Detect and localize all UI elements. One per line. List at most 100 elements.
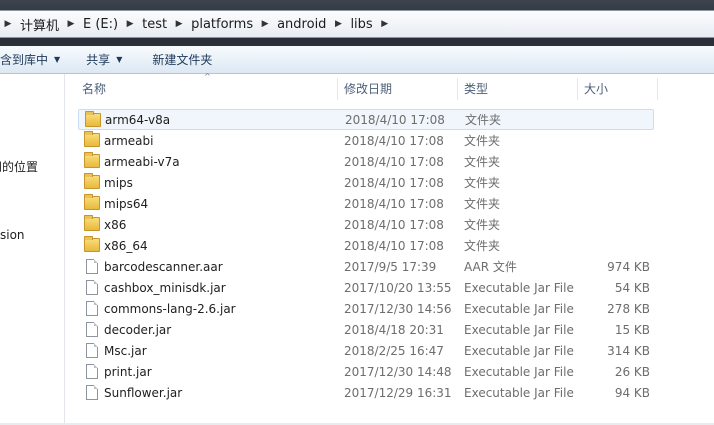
file-size: 974 KB [607,259,650,274]
sidebar-item-recent-places[interactable]: 问的位置 [0,158,38,175]
file-size: 26 KB [614,364,650,379]
breadcrumb-item[interactable]: ▶ 计算机 [0,11,63,37]
chevron-right-icon[interactable]: ▶ [122,19,138,29]
chevron-right-icon[interactable]: ▶ [171,19,187,29]
file-size: 15 KB [614,322,650,337]
file-modified-date: 2018/4/10 17:08 [344,154,444,169]
breadcrumb-label: libs [350,16,373,32]
file-name: mips [104,175,133,190]
folder-icon [84,215,100,231]
column-header-name[interactable]: 名称 [76,78,338,100]
jar-file-icon [86,385,98,400]
include-in-library-label: 包含到库中 [0,53,49,67]
file-modified-date: 2018/4/10 17:08 [344,238,444,253]
address-bar: ▶ 计算机 ▶ E (E:) ▶ test ▶ platforms ▶ android ▶ libs ▶ [0,0,714,46]
folder-icon [84,194,100,210]
file-type: 文件夹 [464,197,501,211]
chevron-right-icon[interactable]: ▶ [377,19,393,29]
file-name: armeabi-v7a [104,154,180,169]
list-item[interactable]: commons-lang-2.6.jar 2017/12/30 14:56 Exec… [78,298,654,319]
breadcrumb-label: test [142,16,168,32]
file-modified-date: 2018/4/18 20:31 [344,322,444,337]
folder-icon [85,111,101,127]
list-item[interactable]: mips 2018/4/10 17:08 文件夹 [78,172,654,193]
column-header-size[interactable]: 大小 [578,78,658,100]
breadcrumb-item[interactable]: ▶ android [257,11,330,37]
jar-file-icon [86,343,98,358]
list-item[interactable]: print.jar 2017/12/30 14:48 Executable Jar … [78,361,654,382]
breadcrumb-item[interactable]: ▶ E (E:) [63,11,122,37]
file-size: 278 KB [607,301,650,316]
list-item[interactable]: armeabi-v7a 2018/4/10 17:08 文件夹 [78,151,654,172]
file-name: x86_64 [104,238,148,253]
folder-icon [84,131,100,147]
file-type: 文件夹 [465,113,502,127]
list-item[interactable]: mips64 2018/4/10 17:08 文件夹 [78,193,654,214]
file-modified-date: 2018/4/10 17:08 [344,175,444,190]
file-modified-date: 2018/4/10 17:08 [345,112,445,127]
chevron-down-icon: ▼ [54,55,61,64]
list-item[interactable]: Msc.jar 2018/2/25 16:47 Executable Jar Fil… [78,340,654,361]
breadcrumb-item[interactable]: ▶ platforms [171,11,257,37]
breadcrumb[interactable]: ▶ 计算机 ▶ E (E:) ▶ test ▶ platforms ▶ android ▶ libs ▶ [0,10,714,38]
include-in-library-button[interactable]: 包含到库中 ▼ [0,46,72,73]
file-name: arm64-v8a [105,112,171,127]
breadcrumb-item[interactable]: ▶ test [122,11,171,37]
sidebar-item-sion[interactable]: sion [0,228,25,242]
file-modified-date: 2018/4/10 17:08 [344,196,444,211]
file-modified-date: 2018/4/10 17:08 [344,217,444,232]
chevron-right-icon[interactable]: ▶ [63,19,79,29]
command-bar: 包含到库中 ▼ 共享 ▼ 新建文件夹 [0,46,714,74]
file-type: 文件夹 [464,134,501,148]
list-item[interactable]: x86 2018/4/10 17:08 文件夹 [78,214,654,235]
file-name: print.jar [104,364,152,379]
file-type: AAR 文件 [464,260,517,274]
file-name: commons-lang-2.6.jar [104,301,236,316]
list-item[interactable]: cashbox_minisdk.jar 2017/10/20 13:55 Execu… [78,277,654,298]
file-type: 文件夹 [464,176,501,190]
file-name: decoder.jar [104,322,172,337]
file-modified-date: 2017/12/30 14:56 [344,301,452,316]
file-name: Sunflower.jar [104,385,183,400]
file-type: 文件夹 [464,218,501,232]
file-type: Executable Jar File [464,364,574,379]
file-modified-date: 2017/12/30 14:48 [344,364,452,379]
chevron-right-icon[interactable]: ▶ [0,19,16,29]
file-modified-date: 2018/2/25 16:47 [344,343,444,358]
file-modified-date: 2017/9/5 17:39 [344,259,437,274]
chevron-down-icon: ▼ [116,55,123,64]
list-item[interactable]: barcodescanner.aar 2017/9/5 17:39 AAR 文件 97… [78,256,654,277]
column-header-type[interactable]: 类型 [458,78,578,100]
breadcrumb-label: platforms [191,16,254,32]
file-name: armeabi [104,133,154,148]
new-folder-label: 新建文件夹 [152,53,213,67]
file-type: Executable Jar File [464,385,574,400]
folder-icon [84,173,100,189]
file-name: Msc.jar [104,343,147,358]
list-item[interactable]: x86_64 2018/4/10 17:08 文件夹 [78,235,654,256]
column-headers: ^ 名称 修改日期 类型 大小 [76,72,714,100]
new-folder-button[interactable]: 新建文件夹 [134,46,224,73]
column-header-date[interactable]: 修改日期 [338,78,458,100]
list-item[interactable]: Sunflower.jar 2017/12/29 16:31 Executable … [78,382,654,403]
jar-file-icon [86,280,98,295]
file-type: 文件夹 [464,239,501,253]
breadcrumb-label: E (E:) [83,16,119,32]
list-item[interactable]: armeabi 2018/4/10 17:08 文件夹 [78,130,654,151]
jar-file-icon [86,301,98,316]
chevron-right-icon[interactable]: ▶ [330,19,346,29]
breadcrumb-item[interactable]: ▶ libs [330,11,376,37]
jar-file-icon [86,364,98,379]
list-item[interactable]: arm64-v8a 2018/4/10 17:08 文件夹 [78,109,654,130]
file-modified-date: 2017/10/20 13:55 [344,280,452,295]
file-type: 文件夹 [464,155,501,169]
share-button[interactable]: 共享 ▼ [72,46,134,73]
file-modified-date: 2018/4/10 17:08 [344,133,444,148]
file-size: 314 KB [607,343,650,358]
file-icon [86,259,98,274]
breadcrumb-label: android [277,16,327,32]
folder-icon [84,152,100,168]
list-item[interactable]: decoder.jar 2018/4/18 20:31 Executable Jar… [78,319,654,340]
chevron-right-icon[interactable]: ▶ [257,19,273,29]
file-type: Executable Jar File [464,322,574,337]
